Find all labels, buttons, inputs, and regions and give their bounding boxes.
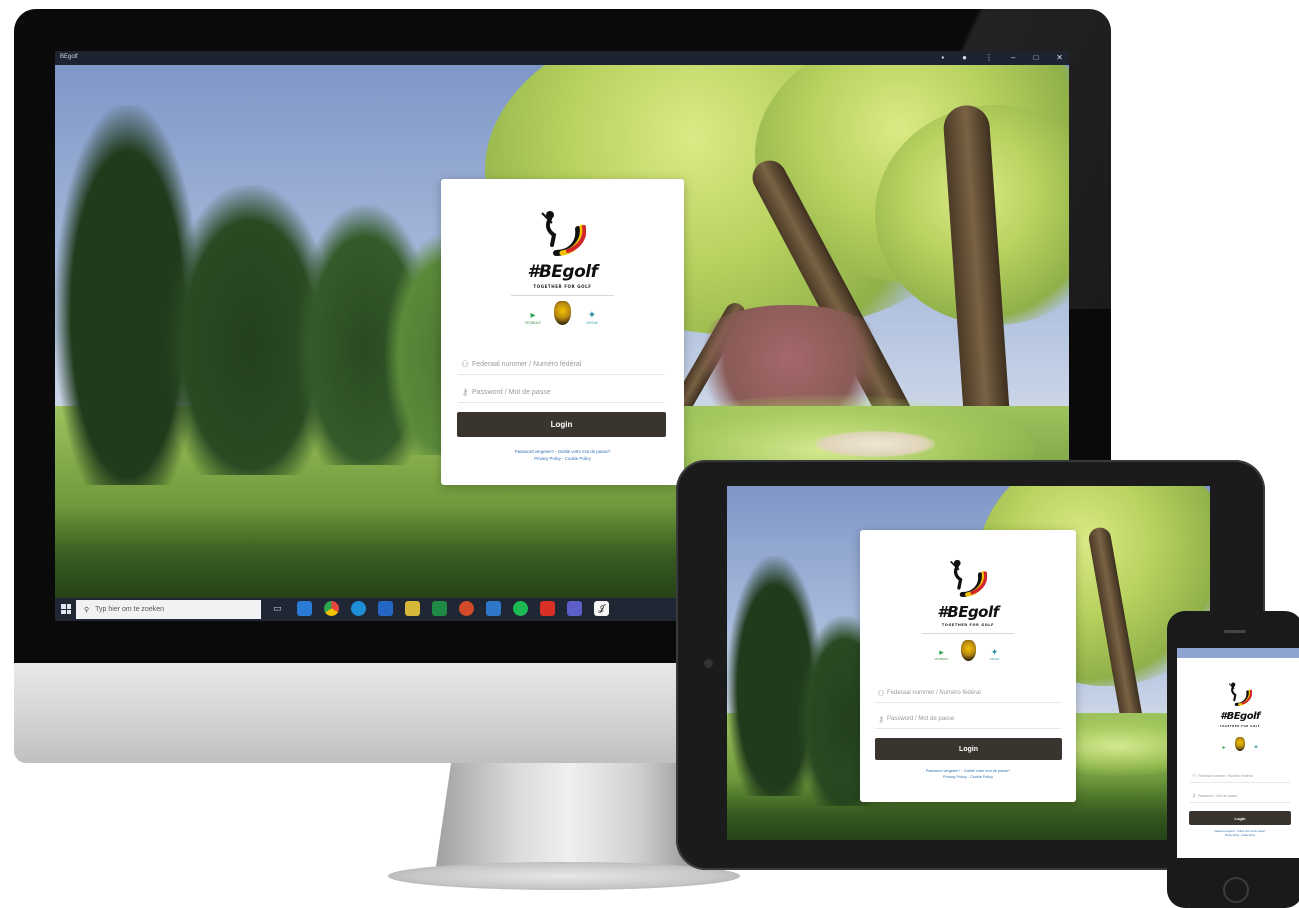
- brand-tagline: TOGETHER FOR GOLF: [533, 284, 592, 289]
- login-button[interactable]: Login: [875, 738, 1062, 760]
- brand-name: #BEgolf: [937, 603, 999, 621]
- window-user-icon[interactable]: ●: [962, 53, 967, 62]
- imac-stand: [435, 763, 703, 873]
- begolf-logo-icon: [950, 559, 987, 597]
- forgot-password-link[interactable]: Password vergeten? - Oublié votre mot de…: [441, 449, 684, 456]
- partner-logos: ▸ ✦: [1183, 737, 1297, 751]
- outlook-icon[interactable]: [378, 601, 393, 616]
- password-field[interactable]: ⚷ Password / Mot de passe: [458, 382, 665, 403]
- search-icon: ⚲: [84, 606, 90, 614]
- login-button[interactable]: Login: [457, 412, 666, 437]
- phone-speaker: [1224, 630, 1246, 633]
- vfg-logo: ▸ VFGBOLF: [932, 648, 952, 662]
- divider: [511, 295, 614, 296]
- password-placeholder: Password / Mot de passe: [887, 716, 955, 722]
- tablet-camera: [704, 659, 713, 668]
- brand-name: #BEgolf: [1220, 711, 1260, 722]
- files-icon[interactable]: [405, 601, 420, 616]
- chrome-icon[interactable]: [324, 601, 339, 616]
- federal-number-field[interactable]: ⚇ Federaal nummer / Numéro fédéral: [1190, 769, 1290, 783]
- password-placeholder: Password / Mot de passe: [1198, 793, 1238, 798]
- federation-crest-icon: [554, 301, 571, 325]
- vfg-logo-text: VFGBOLF: [934, 657, 949, 661]
- federal-number-placeholder: Federaal nummer / Numéro fédéral: [472, 360, 582, 368]
- partner-logos: ▸ VFGBOLF ✦ AFGolf: [860, 640, 1076, 661]
- taskbar-search-placeholder: Typ hier om te zoeken: [95, 606, 165, 613]
- imac-foot: [388, 862, 740, 890]
- federal-number-field[interactable]: ⚇ Federaal nummer / Numéro fédéral: [875, 684, 1061, 703]
- taskbar-search[interactable]: ⚲ Typ hier om te zoeken: [76, 600, 261, 619]
- close-button[interactable]: ✕: [1056, 53, 1063, 62]
- policy-links[interactable]: Privacy Policy - Cookie Policy: [1183, 835, 1297, 839]
- af-logo-text: AFGolf: [989, 657, 1000, 661]
- brand-tagline: TOGETHER FOR GOLF: [941, 623, 995, 627]
- login-links: Password vergeten? - Oublié votre mot de…: [1183, 831, 1297, 838]
- federal-number-field[interactable]: ⚇ Federaal nummer / Numéro fédéral: [458, 354, 665, 375]
- start-button[interactable]: [61, 604, 71, 614]
- user-icon: ⚇: [1191, 772, 1197, 779]
- tablet-login-card: #BEgolf TOGETHER FOR GOLF ▸ VFGBOLF ✦ AF…: [860, 530, 1076, 802]
- policy-links[interactable]: Privacy Policy - Cookie Policy: [441, 456, 684, 463]
- begolf-app-icon[interactable]: 𝒥: [594, 601, 609, 616]
- password-field[interactable]: ⚷ Password / Mot de passe: [875, 710, 1061, 729]
- user-icon: ⚇: [460, 358, 470, 369]
- vfg-logo: ▸: [1222, 745, 1226, 751]
- brand-tagline: TOGETHER FOR GOLF: [1219, 725, 1261, 728]
- vfg-logo: ▸ VFGBOLF: [522, 311, 544, 326]
- policy-links[interactable]: Privacy Policy - Cookie Policy: [860, 775, 1076, 781]
- vscode-icon[interactable]: [297, 601, 312, 616]
- begolf-logo-icon: [540, 211, 586, 256]
- window-more-icon[interactable]: ⋮: [985, 53, 993, 62]
- password-field[interactable]: ⚷ Password / Mot de passe: [1190, 789, 1290, 803]
- powerpoint-icon[interactable]: [459, 601, 474, 616]
- window-title: BEgolf: [60, 54, 78, 60]
- key-icon: ⚷: [1192, 792, 1196, 799]
- phone-login-card: #BEgolf TOGETHER FOR GOLF ▸ ✦ ⚇ Federaal…: [1183, 663, 1297, 850]
- task-view-icon[interactable]: ▭: [270, 601, 285, 616]
- brand-name: #BEgolf: [527, 262, 598, 282]
- excel-icon[interactable]: [432, 601, 447, 616]
- af-logo: ✦ AFGolf: [985, 648, 1005, 662]
- teams-icon[interactable]: [567, 601, 582, 616]
- af-logo: ✦ AFGolf: [581, 311, 603, 326]
- spotify-icon[interactable]: [513, 601, 528, 616]
- partner-logos: ▸ VFGBOLF ✦ AFGolf: [441, 301, 684, 325]
- vfg-logo-text: VFGBOLF: [524, 321, 542, 325]
- desktop-login-card: #BEgolf TOGETHER FOR GOLF ▸ VFGBOLF ✦ AF…: [441, 179, 684, 485]
- federation-crest-icon: [1235, 737, 1245, 751]
- edge-icon[interactable]: [351, 601, 366, 616]
- login-links: Password vergeten? - Oublié votre mot de…: [441, 449, 684, 462]
- password-placeholder: Password / Mot de passe: [472, 388, 551, 396]
- minimize-button[interactable]: ‒: [1011, 53, 1015, 62]
- af-logo: ✦: [1253, 745, 1259, 751]
- window-folder-icon[interactable]: ▪: [941, 53, 944, 62]
- phone-home-button: [1223, 877, 1249, 903]
- user-icon: ⚇: [877, 688, 885, 698]
- divider: [922, 633, 1014, 634]
- af-logo-text: AFGolf: [586, 321, 598, 325]
- federal-number-placeholder: Federaal nummer / Numéro fédéral: [1198, 773, 1253, 778]
- login-button[interactable]: Login: [1189, 811, 1291, 825]
- key-icon: ⚷: [461, 386, 469, 397]
- taskbar-apps: ▭ 𝒥: [270, 601, 609, 616]
- acrobat-icon[interactable]: [540, 601, 555, 616]
- maximize-button[interactable]: □: [1033, 53, 1038, 62]
- key-icon: ⚷: [878, 714, 884, 724]
- federal-number-placeholder: Federaal nummer / Numéro fédéral: [887, 690, 981, 696]
- phone-screen-header: [1177, 648, 1299, 658]
- window-titlebar: BEgolf ▪ ● ⋮ ‒ □ ✕: [55, 51, 1069, 65]
- mail-icon[interactable]: [486, 601, 501, 616]
- login-links: Password vergeten? - Oublié votre mot de…: [860, 769, 1076, 781]
- begolf-logo-icon: [1228, 682, 1252, 706]
- federation-crest-icon: [960, 640, 976, 661]
